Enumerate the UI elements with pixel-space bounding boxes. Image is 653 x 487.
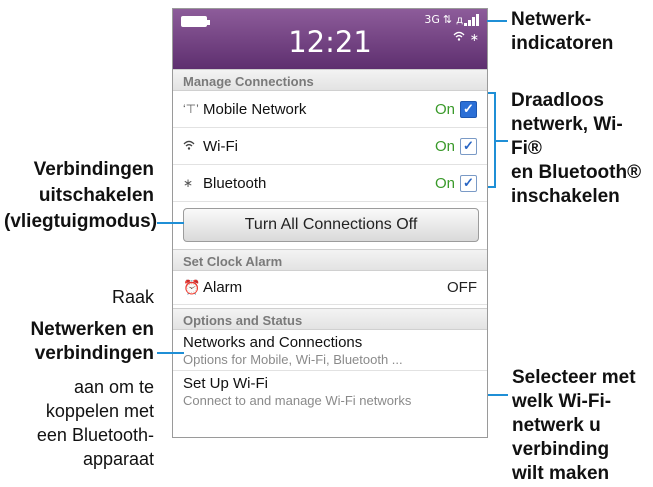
callout-bracket-top — [488, 92, 496, 94]
callout-tap-prefix: Raak — [111, 287, 154, 307]
callout-line-networks — [157, 352, 184, 354]
callout-line-text: netwerk u — [512, 415, 601, 436]
callout-line-text: en Bluetooth® — [511, 162, 642, 183]
bluetooth-checkbox[interactable]: ✓ — [460, 174, 477, 192]
bluetooth-state: On — [434, 174, 455, 192]
callout-tap-suffix: aan om te koppelen met een Bluetooth- ap… — [4, 375, 154, 471]
callout-line-text: (vliegtuigmodus) — [4, 211, 158, 232]
callout-line-text: wilt maken — [512, 463, 610, 484]
status-bar: 12:21 3G ⇅ д ∗ — [173, 9, 487, 69]
set-up-wifi-subtitle: Connect to and manage Wi-Fi networks — [183, 393, 412, 408]
callout-line-text: aan om te — [73, 377, 154, 397]
callout-line-text: Netwerken en — [30, 319, 154, 340]
wifi-checkbox[interactable]: ✓ — [460, 137, 477, 155]
bluetooth-icon: ∗ — [469, 32, 479, 44]
wifi-icon — [183, 139, 203, 153]
alarm-state: OFF — [447, 279, 477, 296]
callout-line-text: verbindingen — [34, 343, 154, 364]
row-bluetooth[interactable]: ∗ Bluetooth On ✓ — [173, 165, 487, 202]
callout-disable-connections: Verbindingen uitschakelen (vliegtuigmodu… — [4, 157, 158, 235]
phone-screen: 12:21 3G ⇅ д ∗ Manage Connections ‘⊤’ Mo… — [172, 8, 488, 438]
callout-line-text: koppelen met — [45, 401, 154, 421]
callout-bracket-tick — [496, 140, 508, 142]
networks-and-connections-title: Networks and Connections — [183, 334, 363, 351]
networks-and-connections-item[interactable]: Networks and Connections Options for Mob… — [173, 330, 487, 371]
network-indicators: 3G ⇅ д — [424, 13, 479, 26]
mobile-network-state: On — [434, 100, 455, 118]
callout-line-text: verbinding — [512, 439, 610, 460]
callout-line-disable — [157, 222, 184, 224]
callout-line-text: netwerk, Wi-Fi® — [511, 114, 623, 159]
antenna-icon: ‘⊤’ — [183, 102, 199, 116]
callout-line-text: Verbindingen — [33, 159, 154, 180]
status-clock: 12:21 — [288, 25, 372, 59]
networks-and-connections-subtitle: Options for Mobile, Wi-Fi, Bluetooth ... — [183, 352, 403, 367]
row-mobile-network[interactable]: ‘⊤’ Mobile Network On ✓ — [173, 91, 487, 128]
mobile-network-checkbox[interactable]: ✓ — [460, 100, 477, 118]
callout-line-text: uitschakelen — [38, 185, 154, 206]
signal-bars-icon: д — [456, 13, 479, 26]
callout-line-text: Draadloos — [511, 90, 604, 111]
turn-all-connections-off-button[interactable]: Turn All Connections Off — [183, 208, 479, 242]
callout-line-select-wifi — [488, 394, 508, 396]
callout-line-text: welk Wi-Fi- — [512, 391, 612, 412]
section-header-manage-connections: Manage Connections — [173, 69, 487, 91]
section-header-options-status: Options and Status — [173, 308, 487, 330]
mobile-network-label: Mobile Network — [203, 100, 307, 118]
callout-line-text: apparaat — [82, 449, 154, 469]
wifi-label: Wi-Fi — [203, 137, 238, 155]
data-transfer-icon: ⇅ — [442, 13, 453, 26]
alarm-label: Alarm — [203, 279, 243, 296]
alarm-clock-icon: ⏰ — [183, 279, 201, 295]
row-wifi[interactable]: Wi-Fi On ✓ — [173, 128, 487, 165]
callout-line-text: een Bluetooth- — [36, 425, 154, 445]
wifi-icon — [453, 31, 465, 44]
set-up-wifi-item[interactable]: Set Up Wi-Fi Connect to and manage Wi-Fi… — [173, 371, 487, 412]
radio-status-icons: ∗ — [453, 31, 479, 44]
callout-networks-connections: Netwerken en verbindingen — [4, 318, 154, 366]
network-type-label: 3G — [424, 13, 440, 26]
section-header-clock-alarm: Set Clock Alarm — [173, 249, 487, 271]
row-alarm[interactable]: ⏰ Alarm OFF — [173, 271, 487, 305]
callout-network-indicators: Netwerk- indicatoren — [511, 8, 613, 56]
callout-bracket-bottom — [488, 186, 496, 188]
callout-line-text: indicatoren — [511, 33, 614, 54]
callout-select-wifi: Selecteer met welk Wi-Fi- netwerk u verb… — [512, 366, 636, 486]
wifi-state: On — [434, 137, 455, 155]
callout-line-text: Selecteer met — [512, 367, 636, 388]
callout-line-network-indicators — [487, 20, 507, 22]
callout-line-text: Netwerk- — [511, 9, 592, 30]
set-up-wifi-title: Set Up Wi-Fi — [183, 375, 269, 392]
bluetooth-label: Bluetooth — [203, 174, 267, 192]
callout-enable-wireless: Draadloos netwerk, Wi-Fi® en Bluetooth® … — [511, 89, 653, 209]
callout-line-text: inschakelen — [511, 186, 620, 207]
bluetooth-icon: ∗ — [183, 176, 194, 190]
